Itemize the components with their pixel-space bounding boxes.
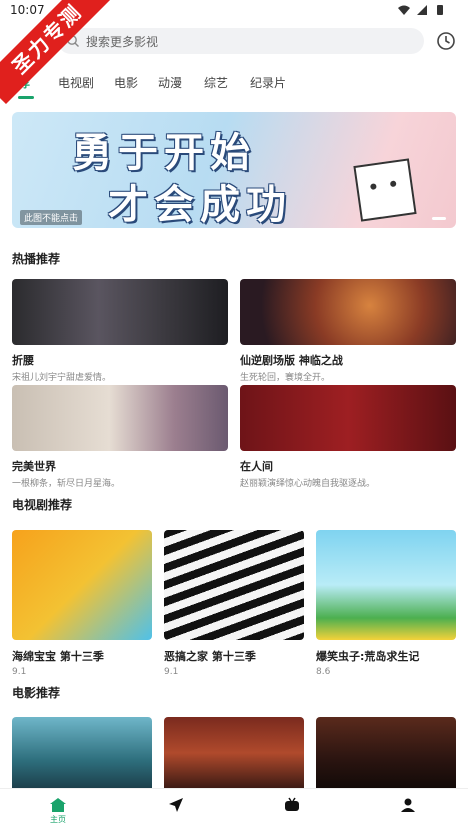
tab-tv[interactable]: 电视剧 [58, 74, 94, 91]
section-tv-title: 电视剧推荐 [12, 498, 73, 512]
tv-card-score: 8.6 [316, 667, 331, 677]
wifi-icon [398, 5, 410, 15]
banner-page-indicator [432, 217, 446, 220]
hot-card[interactable]: 折腰 宋祖儿刘宇宁甜虐爱情。 [12, 279, 228, 383]
movie-card-thumbnail[interactable] [12, 717, 152, 789]
status-time: 10:07 [10, 3, 45, 17]
tv-card-thumbnail [316, 530, 456, 640]
tv-icon [285, 797, 299, 811]
tv-card-score: 9.1 [12, 667, 27, 677]
section-hot-title: 热播推荐 [12, 252, 61, 266]
hot-card-title: 折腰 [12, 354, 34, 367]
signal-icon [417, 5, 427, 15]
tv-card-thumbnail [164, 530, 304, 640]
hot-card-desc: 一根柳条，斩尽日月星海。 [12, 479, 121, 489]
hot-card[interactable]: 仙逆剧场版 神临之战 生死轮回，寰境全开。 [240, 279, 456, 383]
search-bar[interactable]: 搜索更多影视 [58, 28, 424, 54]
hot-card-desc: 生死轮回，寰境全开。 [240, 373, 331, 383]
banner-line1: 勇于开始 [72, 130, 256, 176]
section-movie-title: 电影推荐 [12, 686, 61, 700]
send-icon [169, 798, 183, 812]
hot-card-title: 在人间 [240, 460, 273, 473]
nav-discover[interactable] [156, 797, 196, 813]
movie-card-thumbnail[interactable] [316, 717, 456, 789]
search-input[interactable]: 搜索更多影视 [86, 33, 158, 50]
banner[interactable]: 勇于开始 才会成功 此图不能点击 [12, 112, 456, 228]
tab-anime[interactable]: 动漫 [158, 74, 182, 91]
tv-card[interactable]: 爆笑虫子:荒岛求生记 8.6 [316, 530, 456, 677]
hot-card[interactable]: 在人间 赵丽颖演绎惊心动魄自我驱逐战。 [240, 385, 456, 489]
home-icon [50, 798, 66, 812]
tv-card[interactable]: 海绵宝宝 第十三季 9.1 [12, 530, 152, 677]
hot-card-title: 完美世界 [12, 460, 56, 473]
hot-card-thumbnail [12, 279, 228, 345]
user-icon [401, 798, 415, 812]
category-tabs: 荐 电视剧 电影 动漫 综艺 纪录片 [0, 70, 468, 100]
nav-home[interactable]: 主页 [38, 797, 78, 825]
tv-card-title: 海绵宝宝 第十三季 [12, 650, 104, 663]
history-clock-icon[interactable] [436, 31, 456, 51]
tab-movie[interactable]: 电影 [114, 74, 138, 91]
movie-card-thumbnail[interactable] [164, 717, 304, 789]
tab-documentary[interactable]: 纪录片 [250, 74, 286, 91]
nav-profile[interactable] [388, 797, 428, 813]
battery-icon [437, 5, 443, 15]
tab-active-indicator [18, 96, 34, 99]
nav-home-label: 主页 [50, 815, 66, 824]
hot-card-desc: 宋祖儿刘宇宁甜虐爱情。 [12, 373, 112, 383]
tv-card-score: 9.1 [164, 667, 179, 677]
hot-card-thumbnail [240, 279, 456, 345]
bottom-navigation: 主页 [0, 788, 468, 832]
tab-variety[interactable]: 综艺 [204, 74, 228, 91]
tv-card-title: 爆笑虫子:荒岛求生记 [316, 650, 420, 663]
hot-card-thumbnail [12, 385, 228, 451]
nav-channel[interactable] [272, 797, 312, 813]
hot-card-title: 仙逆剧场版 神临之战 [240, 354, 343, 367]
banner-badge: 此图不能点击 [20, 210, 83, 225]
banner-line2: 才会成功 [108, 182, 292, 228]
hot-card-thumbnail [240, 385, 456, 451]
hot-card[interactable]: 完美世界 一根柳条，斩尽日月星海。 [12, 385, 228, 489]
tv-card-thumbnail [12, 530, 152, 640]
hot-card-desc: 赵丽颖演绎惊心动魄自我驱逐战。 [240, 479, 376, 489]
tv-card-title: 恶搞之家 第十三季 [164, 650, 256, 663]
banner-cube-illustration [353, 158, 417, 222]
tv-card[interactable]: 恶搞之家 第十三季 9.1 [164, 530, 304, 677]
